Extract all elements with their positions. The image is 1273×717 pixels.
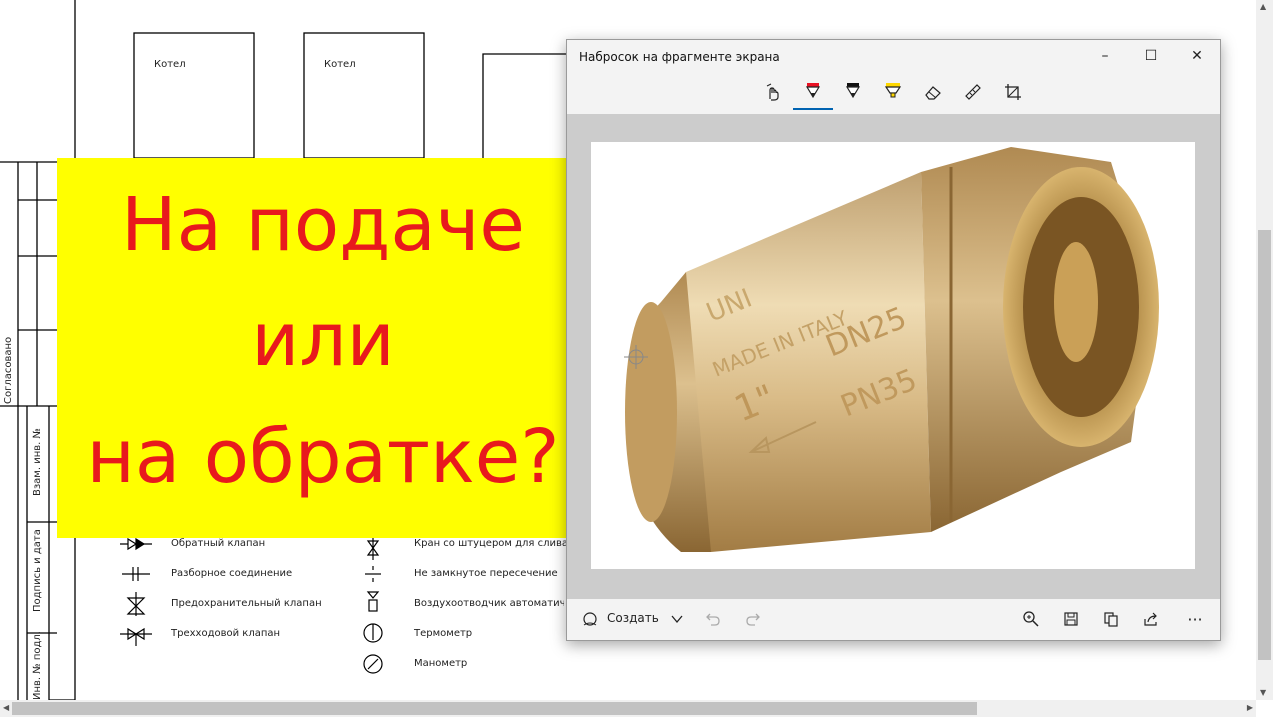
- snip-sketch-window: Набросок на фрагменте экрана – ☐ ✕ UNI M…: [566, 39, 1221, 641]
- legend-check-valve: Обратный клапан: [171, 538, 266, 549]
- horizontal-scrollbar[interactable]: ◀ ▶: [0, 700, 1256, 717]
- legend-manometer: Манометр: [414, 658, 468, 669]
- legend-drain-valve: Кран со штуцером для слива: [414, 538, 569, 549]
- scroll-left-arrow-icon[interactable]: ◀: [3, 703, 9, 712]
- copy-icon[interactable]: [1099, 607, 1123, 631]
- pencil-icon[interactable]: [841, 80, 865, 104]
- touch-writing-icon[interactable]: [761, 80, 785, 104]
- scroll-up-arrow-icon[interactable]: ▲: [1260, 2, 1266, 11]
- close-button[interactable]: ✕: [1174, 40, 1220, 72]
- bottom-toolbar: Создать ···: [567, 599, 1220, 640]
- chevron-down-icon[interactable]: [665, 607, 689, 631]
- stamp-inv-original: Инв. № подл.: [32, 631, 43, 700]
- stamp-signature-date: Подпись и дата: [32, 529, 43, 612]
- eraser-icon[interactable]: [921, 80, 945, 104]
- legend-three-way-valve: Трехходовой клапан: [171, 628, 281, 639]
- scroll-down-arrow-icon[interactable]: ▼: [1260, 688, 1266, 697]
- redo-icon[interactable]: [741, 607, 765, 631]
- maximize-button[interactable]: ☐: [1128, 40, 1174, 72]
- sketch-canvas[interactable]: UNI MADE IN ITALY DN25 PN35 1": [567, 114, 1220, 599]
- legend-safety-valve: Предохранительный клапан: [171, 598, 322, 609]
- legend-thermometer: Термометр: [414, 628, 473, 639]
- more-options-icon[interactable]: ···: [1183, 607, 1207, 631]
- banner-line-2: или: [251, 297, 395, 383]
- crop-icon[interactable]: [1001, 80, 1025, 104]
- vertical-scroll-thumb[interactable]: [1258, 230, 1271, 660]
- scroll-right-arrow-icon[interactable]: ▶: [1247, 703, 1253, 712]
- boiler-label-1: Котел: [154, 59, 186, 70]
- save-icon[interactable]: [1059, 607, 1083, 631]
- active-tool-indicator: [793, 108, 833, 110]
- stamp-replaced-inv: Взам. инв. №: [32, 428, 43, 496]
- ballpoint-pen-icon[interactable]: [801, 80, 825, 104]
- question-banner: На подаче или на обратке?: [57, 158, 589, 538]
- window-title: Набросок на фрагменте экрана: [579, 50, 780, 64]
- share-icon[interactable]: [1139, 607, 1163, 631]
- create-button[interactable]: Создать: [607, 611, 659, 625]
- vertical-scrollbar[interactable]: ▲ ▼: [1256, 0, 1273, 700]
- ruler-icon[interactable]: [961, 80, 985, 104]
- banner-line-1: На подаче: [121, 182, 525, 268]
- create-snip-icon[interactable]: [579, 607, 603, 631]
- undo-icon[interactable]: [701, 607, 725, 631]
- stamp-agreed: Согласовано: [3, 336, 14, 404]
- boiler-label-2: Котел: [324, 59, 356, 70]
- banner-line-3: на обратке?: [86, 414, 560, 500]
- horizontal-scroll-thumb[interactable]: [12, 702, 977, 715]
- highlighter-icon[interactable]: [881, 80, 905, 104]
- legend-crossing: Не замкнутое пересечение: [414, 568, 558, 579]
- legend-union: Разборное соединение: [171, 568, 293, 579]
- zoom-icon[interactable]: [1019, 607, 1043, 631]
- legend-air-vent: Воздухоотводчик автоматический: [414, 598, 564, 609]
- minimize-button[interactable]: –: [1082, 40, 1128, 72]
- check-valve-image: UNI MADE IN ITALY DN25 PN35 1": [591, 142, 1195, 569]
